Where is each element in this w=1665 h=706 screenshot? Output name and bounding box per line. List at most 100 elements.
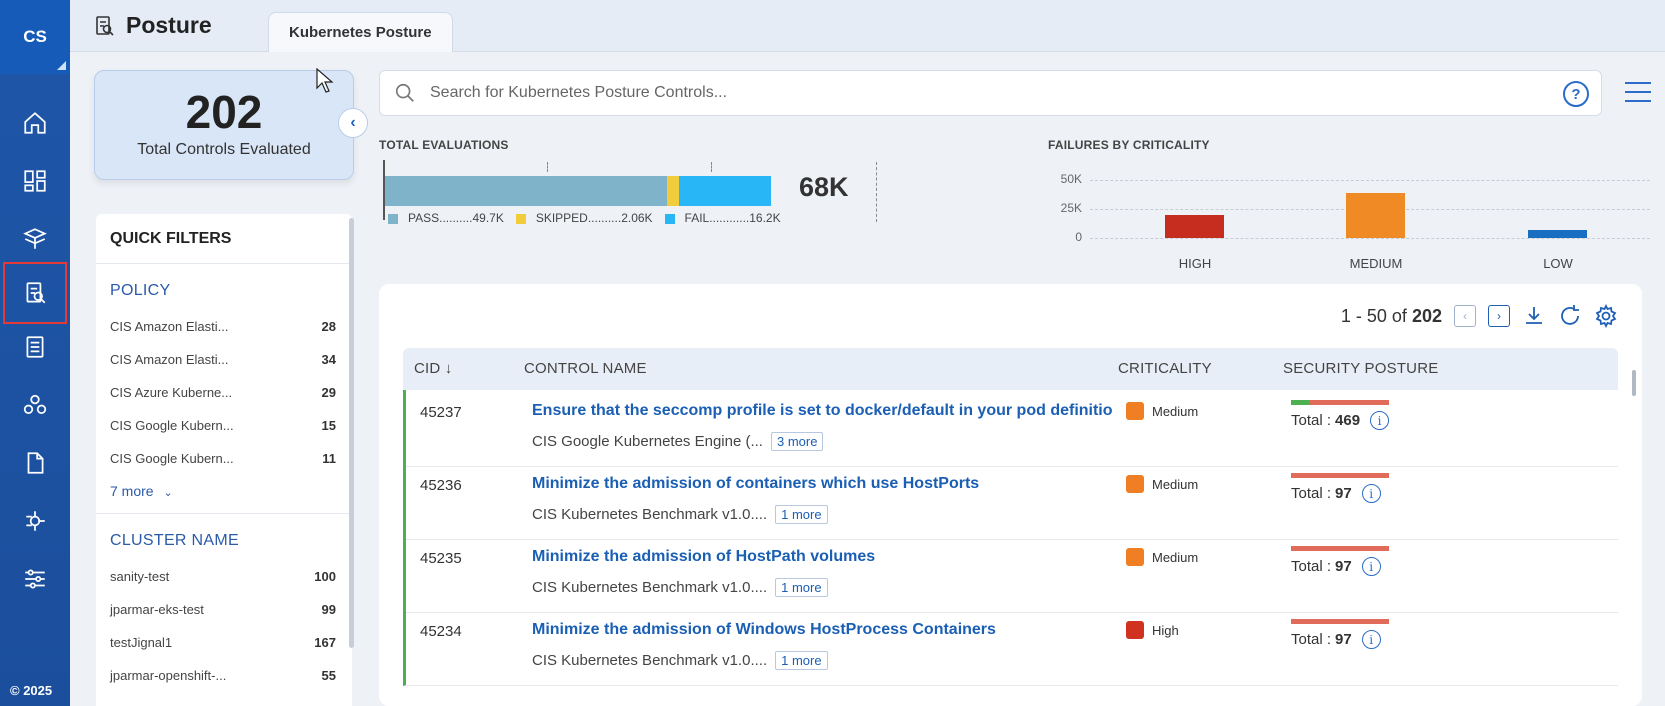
cluster-filter-item[interactable]: jparmar-eks-test 99	[96, 593, 352, 626]
posture-icon[interactable]	[3, 262, 67, 324]
cluster-filter-item[interactable]: testJignal1 167	[96, 626, 352, 659]
info-icon[interactable]: i	[1370, 411, 1390, 430]
table-row[interactable]: 45235 Minimize the admission of HostPath …	[403, 536, 1618, 613]
cid-cell: 45234	[420, 623, 462, 640]
failures-chart-title: FAILURES BY CRITICALITY	[1048, 138, 1210, 152]
table-row[interactable]: 45234 Minimize the admission of Windows H…	[403, 609, 1618, 686]
security-posture-cell: Total :97 i	[1291, 619, 1389, 649]
column-header-security-posture[interactable]: SECURITY POSTURE	[1283, 360, 1438, 377]
posture-total-count: 97	[1335, 485, 1352, 502]
control-name-link[interactable]: Ensure that the seccomp profile is set t…	[532, 402, 1112, 420]
chart-gridline	[1090, 180, 1650, 181]
user-avatar[interactable]: CS	[0, 0, 70, 74]
control-name-link[interactable]: Minimize the admission of containers whi…	[532, 475, 1112, 493]
more-policies-badge[interactable]: 1 more	[775, 505, 828, 524]
pager-range-text: 1 - 50 of	[1340, 305, 1407, 326]
criticality-swatch	[1126, 621, 1144, 639]
policy-more-link[interactable]: 7 more ⌄	[96, 475, 352, 514]
table-row[interactable]: 45236 Minimize the admission of container…	[403, 463, 1618, 540]
policy-filter-item[interactable]: CIS Amazon Elasti... 34	[96, 343, 352, 376]
posture-total-label: Total :	[1291, 485, 1332, 502]
filter-label: CIS Amazon Elasti...	[110, 352, 229, 367]
gear-icon[interactable]	[1594, 304, 1618, 328]
file-icon[interactable]	[0, 432, 70, 494]
more-policies-badge[interactable]: 3 more	[770, 432, 824, 451]
legend-item: PASS..........49.7K	[388, 211, 504, 225]
refresh-icon[interactable]	[1558, 304, 1582, 328]
settings-sliders-icon[interactable]	[0, 548, 70, 610]
security-posture-cell: Total :97 i	[1291, 546, 1389, 576]
posture-total: Total :97 i	[1291, 557, 1389, 576]
info-icon[interactable]: i	[1361, 484, 1381, 503]
policy-filter-item[interactable]: CIS Amazon Elasti... 28	[96, 310, 352, 343]
more-policies-badge[interactable]: 1 more	[775, 578, 828, 597]
legend-label: PASS..........49.7K	[408, 211, 504, 225]
filter-count: 99	[321, 602, 336, 617]
evaluations-legend: PASS..........49.7K SKIPPED..........2.06…	[388, 211, 787, 225]
evaluations-segment[interactable]	[385, 176, 667, 206]
posture-total-label: Total :	[1291, 412, 1332, 429]
x-category-label: HIGH	[1178, 256, 1212, 271]
table-scrollbar[interactable]	[1632, 370, 1636, 396]
pager-range: 1 - 50 of 202	[1341, 306, 1442, 327]
info-icon[interactable]: i	[1361, 630, 1381, 649]
evaluations-segment[interactable]	[679, 176, 771, 206]
criticality-bar[interactable]	[1165, 215, 1224, 238]
more-policies-badge[interactable]: 1 more	[775, 651, 828, 670]
search-icon	[395, 83, 414, 102]
criticality-bar[interactable]	[1346, 193, 1405, 238]
column-header-cid[interactable]: CID ↓	[414, 360, 453, 377]
copyright: © 2025	[10, 683, 53, 698]
next-page-button[interactable]: ›	[1488, 305, 1510, 327]
cluster-filter-item[interactable]: sanity-test 100	[96, 560, 352, 593]
pager-total: 202	[1411, 305, 1442, 326]
policy-filter-item[interactable]: CIS Azure Kuberne... 29	[96, 376, 352, 409]
column-header-control-name[interactable]: CONTROL NAME	[524, 360, 647, 377]
page-title: Posture	[92, 12, 212, 39]
prev-page-button[interactable]: ‹	[1454, 305, 1476, 327]
posture-bar	[1291, 473, 1389, 478]
criticality-bar[interactable]	[1528, 230, 1587, 238]
policy-cell: CIS Google Kubernetes Engine (... 3 more	[532, 432, 824, 451]
help-icon[interactable]: ?	[1563, 81, 1589, 107]
tab-kubernetes-posture[interactable]: Kubernetes Posture	[268, 12, 453, 52]
criticality-label: Medium	[1152, 476, 1199, 492]
evaluations-marker	[711, 162, 712, 172]
total-controls-label: Total Controls Evaluated	[137, 141, 311, 158]
info-icon[interactable]: i	[1361, 557, 1381, 576]
control-name-link[interactable]: Minimize the admission of Windows HostPr…	[532, 621, 1112, 639]
policy-filter-item[interactable]: CIS Google Kubern... 15	[96, 409, 352, 442]
total-controls-card: 202 Total Controls Evaluated	[94, 70, 354, 180]
policy-name: CIS Kubernetes Benchmark v1.0....	[532, 506, 768, 523]
policy-filter-item[interactable]: CIS Google Kubern... 11	[96, 442, 352, 475]
control-name-link[interactable]: Minimize the admission of HostPath volum…	[532, 548, 1112, 566]
security-posture-cell: Total :469 i	[1291, 400, 1390, 430]
filter-label: testJignal1	[110, 635, 173, 650]
download-icon[interactable]	[1522, 304, 1546, 328]
legend-label: FAIL............16.2K	[684, 211, 781, 225]
column-header-criticality[interactable]: CRITICALITY	[1118, 360, 1212, 377]
filter-label: jparmar-eks-test	[110, 602, 204, 617]
hamburger-menu-icon[interactable]	[1625, 82, 1651, 104]
filters-scrollbar[interactable]	[349, 218, 354, 648]
table-row[interactable]: 45237 Ensure that the seccomp profile is …	[403, 390, 1618, 467]
filter-label: CIS Google Kubern...	[110, 418, 234, 433]
posture-total: Total :97 i	[1291, 630, 1389, 649]
dashboard-icon[interactable]	[0, 150, 70, 212]
report-icon[interactable]	[0, 316, 70, 378]
posture-total-count: 97	[1335, 631, 1352, 648]
legend-swatch	[388, 213, 398, 224]
cluster-filter-item[interactable]: jparmar-openshift-... 55	[96, 659, 352, 692]
home-icon[interactable]	[0, 92, 70, 154]
criticality-label: Medium	[1152, 549, 1199, 565]
evaluations-segment[interactable]	[667, 176, 679, 206]
network-icon[interactable]	[0, 374, 70, 436]
collapse-panel-button[interactable]: ‹	[338, 108, 368, 138]
cid-cell: 45237	[420, 404, 462, 421]
pager: 1 - 50 of 202 ‹ ›	[1341, 304, 1618, 328]
connector-icon[interactable]	[0, 490, 70, 552]
cube-stack-icon[interactable]	[0, 208, 70, 270]
filter-count: 15	[321, 418, 336, 433]
search-input[interactable]	[430, 84, 1480, 102]
cid-cell: 45235	[420, 550, 462, 567]
